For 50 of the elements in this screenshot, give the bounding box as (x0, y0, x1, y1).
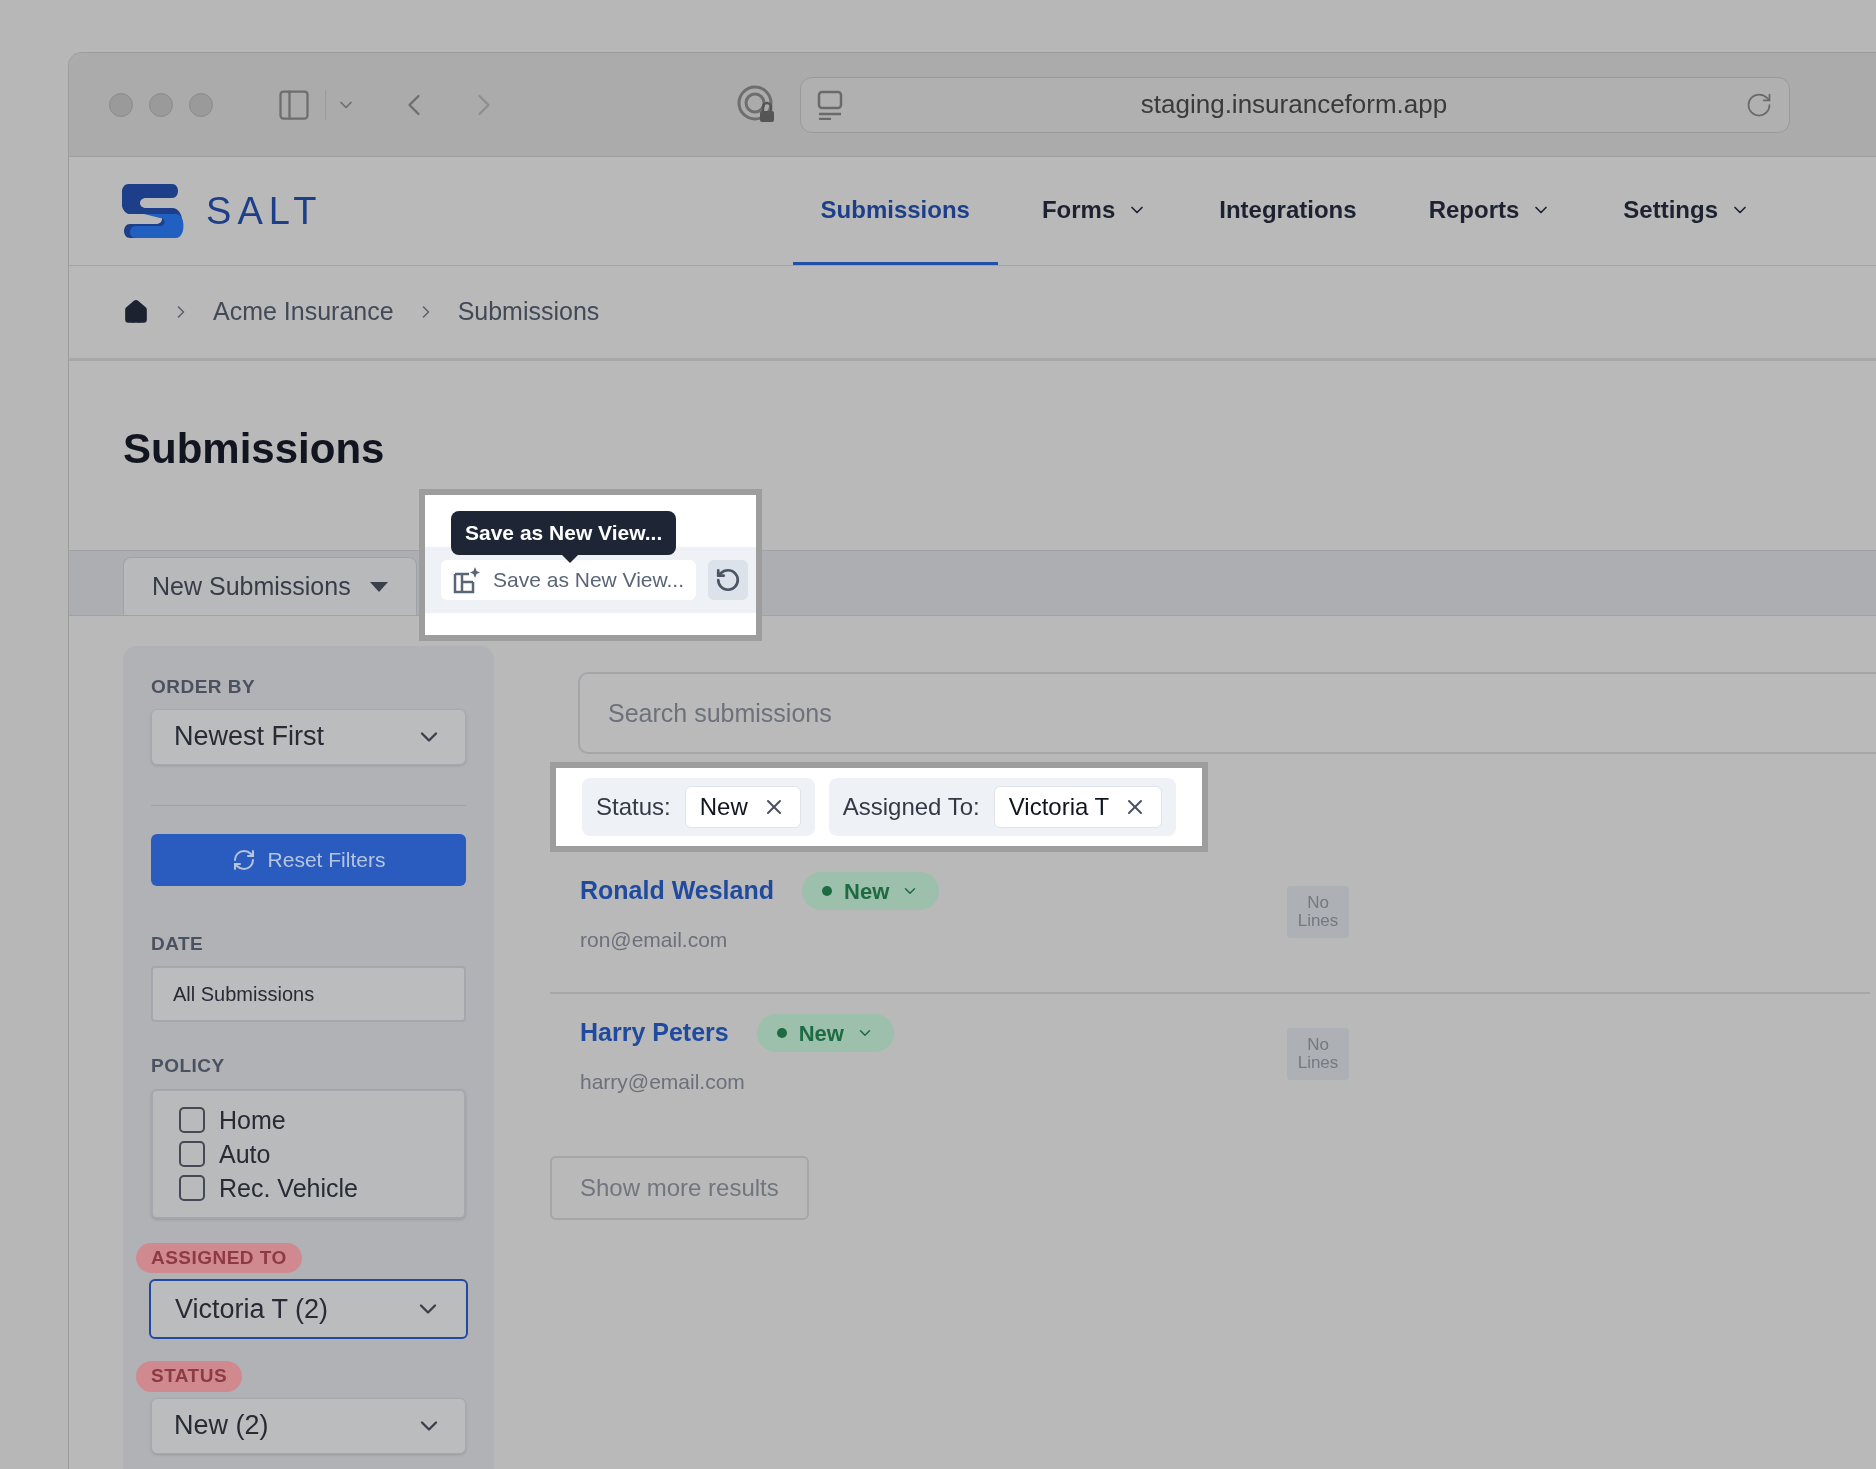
chip-label: Status: (596, 792, 671, 822)
select-field[interactable]: Newest First (151, 708, 466, 765)
policy-checkbox[interactable]: Home (179, 1102, 438, 1137)
select-field[interactable]: Victoria T (2) (149, 1279, 468, 1339)
submitter-email: ron@email.com (580, 927, 729, 953)
minimize-window-icon[interactable] (149, 92, 173, 117)
chip-value: New (684, 786, 801, 828)
tooltip-arrow (561, 554, 579, 563)
policy-checkbox[interactable]: Rec. Vehicle (179, 1170, 438, 1205)
lines-badge: No Lines (1287, 886, 1349, 938)
page-title: Submissions (123, 424, 386, 474)
caret-icon (370, 581, 388, 592)
nav-tab[interactable]: Forms (1013, 157, 1176, 265)
close-window-icon[interactable] (109, 92, 133, 117)
nav-tab[interactable]: Submissions (792, 157, 998, 265)
submitter-link[interactable]: Harry Peters (580, 1014, 729, 1052)
submitter-link[interactable]: Ronald Wesland (580, 872, 774, 910)
filter-label: STATUS (136, 1361, 243, 1392)
view-tab[interactable]: New Submissions (123, 557, 417, 615)
address-bar[interactable]: staging.insuranceform.app (800, 76, 1790, 133)
undo-icon (715, 567, 742, 593)
date-field[interactable]: All Submissions (151, 966, 466, 1022)
save-view-button[interactable]: Save as New View... (441, 560, 697, 600)
reset-filters-button[interactable]: Reset Filters (151, 833, 466, 886)
filter-label: ORDER BY (151, 675, 256, 699)
breadcrumb-link[interactable]: Acme Insurance (213, 293, 394, 331)
filter-label: ASSIGNED TO (136, 1242, 302, 1273)
home-icon[interactable] (123, 299, 149, 325)
status-badge[interactable]: New (756, 1014, 894, 1052)
breadcrumb-link[interactable]: Submissions (457, 293, 600, 331)
add-view-icon (453, 566, 481, 594)
status-badge[interactable]: New (802, 872, 940, 910)
page-icon (817, 89, 843, 120)
nav-tab[interactable]: Integrations (1191, 157, 1385, 265)
url-text: staging.insuranceform.app (1139, 88, 1449, 121)
lines-badge: No Lines (1287, 1028, 1349, 1080)
chip-label: Assigned To: (842, 792, 980, 822)
filter-label: DATE (151, 931, 205, 956)
select-field[interactable]: New (2) (151, 1397, 466, 1454)
submitter-email: harry@email.com (580, 1069, 746, 1095)
reset-view-button[interactable] (708, 560, 749, 600)
logo-text: SALT (206, 188, 323, 234)
chip-value: Victoria T (993, 786, 1163, 828)
filter-label: POLICY (151, 1054, 226, 1078)
refresh-icon (231, 847, 256, 872)
nav-tab[interactable]: Settings (1595, 157, 1778, 265)
maximize-window-icon[interactable] (189, 92, 213, 117)
nav-tab[interactable]: Reports (1400, 157, 1580, 265)
policy-checkbox[interactable]: Auto (179, 1136, 438, 1171)
search-field[interactable]: Search submissions (578, 672, 1876, 754)
